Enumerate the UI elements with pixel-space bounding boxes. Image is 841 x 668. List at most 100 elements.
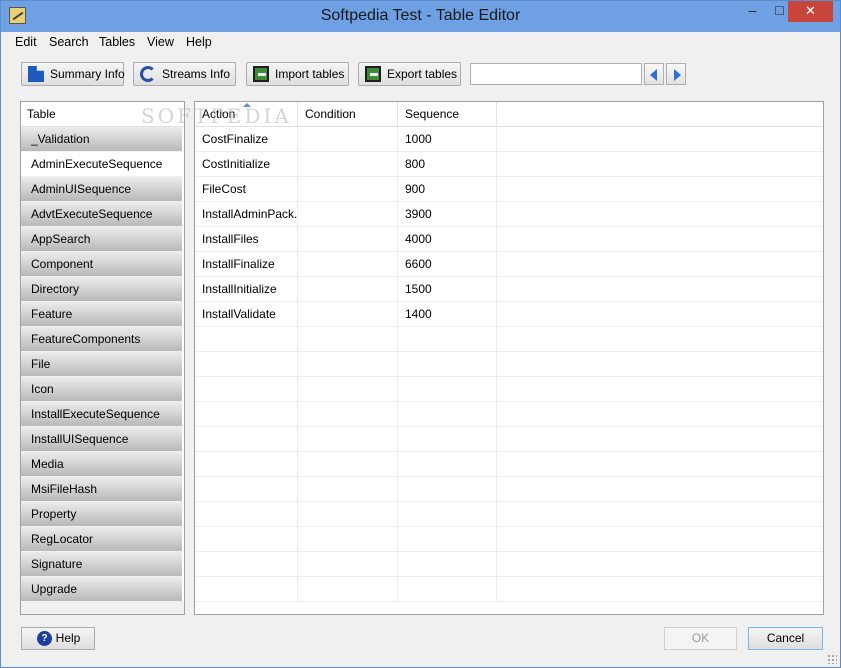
cell-condition[interactable] bbox=[298, 127, 398, 152]
table-row[interactable]: InstallFiles 4000 bbox=[195, 227, 823, 252]
streams-info-button[interactable]: Streams Info bbox=[133, 62, 236, 86]
menu-view[interactable]: View bbox=[147, 35, 174, 49]
cell-sequence[interactable] bbox=[398, 377, 497, 402]
table-list-item[interactable]: InstallExecuteSequence bbox=[21, 402, 184, 427]
menu-help[interactable]: Help bbox=[186, 35, 212, 49]
table-row[interactable] bbox=[195, 477, 823, 502]
table-list-item[interactable]: Directory bbox=[21, 277, 184, 302]
table-row[interactable] bbox=[195, 502, 823, 527]
cell-action[interactable] bbox=[195, 352, 298, 377]
title-bar[interactable]: Softpedia Test - Table Editor ‒ □ ✕ bbox=[1, 1, 840, 32]
cell-sequence[interactable] bbox=[398, 577, 497, 602]
cell-action[interactable] bbox=[195, 452, 298, 477]
cell-sequence[interactable]: 1400 bbox=[398, 302, 497, 327]
cell-condition[interactable] bbox=[298, 527, 398, 552]
cell-condition[interactable] bbox=[298, 177, 398, 202]
table-row[interactable]: InstallAdminPack... 3900 bbox=[195, 202, 823, 227]
table-list-item[interactable]: File bbox=[21, 352, 184, 377]
cell-sequence[interactable] bbox=[398, 402, 497, 427]
cell-sequence[interactable] bbox=[398, 352, 497, 377]
table-row[interactable]: CostFinalize 1000 bbox=[195, 127, 823, 152]
cell-action[interactable] bbox=[195, 552, 298, 577]
table-row[interactable] bbox=[195, 377, 823, 402]
cell-action[interactable]: CostInitialize bbox=[195, 152, 298, 177]
table-row[interactable] bbox=[195, 327, 823, 352]
sequence-grid[interactable]: Action Condition Sequence CostFinalize 10… bbox=[194, 101, 824, 615]
cell-condition[interactable] bbox=[298, 402, 398, 427]
table-row[interactable]: InstallValidate 1400 bbox=[195, 302, 823, 327]
table-row[interactable] bbox=[195, 527, 823, 552]
cell-action[interactable]: CostFinalize bbox=[195, 127, 298, 152]
table-list-item[interactable]: AdvtExecuteSequence bbox=[21, 202, 184, 227]
table-row[interactable]: InstallInitialize 1500 bbox=[195, 277, 823, 302]
import-tables-button[interactable]: Import tables bbox=[246, 62, 349, 86]
cell-condition[interactable] bbox=[298, 202, 398, 227]
table-list-item[interactable]: _Validation bbox=[21, 127, 184, 152]
help-button[interactable]: ? Help bbox=[21, 627, 95, 650]
cell-condition[interactable] bbox=[298, 352, 398, 377]
export-tables-button[interactable]: Export tables bbox=[358, 62, 461, 86]
table-row[interactable]: CostInitialize 800 bbox=[195, 152, 823, 177]
cell-condition[interactable] bbox=[298, 477, 398, 502]
cell-sequence[interactable]: 800 bbox=[398, 152, 497, 177]
close-button[interactable]: ✕ bbox=[788, 1, 833, 22]
menu-edit[interactable]: Edit bbox=[15, 35, 37, 49]
table-list-item[interactable]: AdminExecuteSequence bbox=[21, 152, 184, 177]
cell-condition[interactable] bbox=[298, 377, 398, 402]
cell-condition[interactable] bbox=[298, 552, 398, 577]
cell-condition[interactable] bbox=[298, 227, 398, 252]
cell-sequence[interactable] bbox=[398, 452, 497, 477]
cell-sequence[interactable] bbox=[398, 552, 497, 577]
table-row[interactable] bbox=[195, 402, 823, 427]
column-header-condition[interactable]: Condition bbox=[298, 102, 398, 127]
table-list-item[interactable]: AppSearch bbox=[21, 227, 184, 252]
table-list-item[interactable]: Media bbox=[21, 452, 184, 477]
table-row[interactable]: InstallFinalize 6600 bbox=[195, 252, 823, 277]
table-row[interactable] bbox=[195, 452, 823, 477]
table-list-item[interactable]: FeatureComponents bbox=[21, 327, 184, 352]
table-list-item[interactable]: Component bbox=[21, 252, 184, 277]
previous-arrow-icon[interactable] bbox=[644, 63, 664, 85]
cell-sequence[interactable]: 3900 bbox=[398, 202, 497, 227]
cell-action[interactable] bbox=[195, 377, 298, 402]
cell-sequence[interactable] bbox=[398, 502, 497, 527]
summary-info-button[interactable]: Summary Info bbox=[21, 62, 125, 86]
cancel-button[interactable]: Cancel bbox=[748, 627, 823, 650]
column-header-sequence[interactable]: Sequence bbox=[398, 102, 497, 127]
table-row[interactable] bbox=[195, 552, 823, 577]
cell-condition[interactable] bbox=[298, 577, 398, 602]
cell-sequence[interactable]: 900 bbox=[398, 177, 497, 202]
cell-sequence[interactable] bbox=[398, 327, 497, 352]
table-row[interactable] bbox=[195, 577, 823, 602]
ok-button[interactable]: OK bbox=[664, 627, 737, 650]
cell-condition[interactable] bbox=[298, 427, 398, 452]
cell-action[interactable]: FileCost bbox=[195, 177, 298, 202]
cell-action[interactable] bbox=[195, 577, 298, 602]
table-list-item[interactable]: Feature bbox=[21, 302, 184, 327]
cell-sequence[interactable]: 1000 bbox=[398, 127, 497, 152]
cell-condition[interactable] bbox=[298, 327, 398, 352]
cell-sequence[interactable]: 1500 bbox=[398, 277, 497, 302]
cell-action[interactable] bbox=[195, 327, 298, 352]
table-list-item[interactable]: Upgrade bbox=[21, 577, 184, 602]
cell-condition[interactable] bbox=[298, 452, 398, 477]
cell-action[interactable]: InstallFiles bbox=[195, 227, 298, 252]
cell-condition[interactable] bbox=[298, 252, 398, 277]
cell-action[interactable]: InstallFinalize bbox=[195, 252, 298, 277]
table-list-item[interactable]: AdminUISequence bbox=[21, 177, 184, 202]
table-row[interactable] bbox=[195, 352, 823, 377]
table-list-item[interactable]: MsiFileHash bbox=[21, 477, 184, 502]
cell-condition[interactable] bbox=[298, 152, 398, 177]
cell-action[interactable]: InstallAdminPack... bbox=[195, 202, 298, 227]
table-list-item[interactable]: InstallUISequence bbox=[21, 427, 184, 452]
cell-action[interactable] bbox=[195, 427, 298, 452]
menu-tables[interactable]: Tables bbox=[99, 35, 135, 49]
cell-action[interactable]: InstallValidate bbox=[195, 302, 298, 327]
cell-condition[interactable] bbox=[298, 277, 398, 302]
table-row[interactable] bbox=[195, 427, 823, 452]
cell-action[interactable] bbox=[195, 477, 298, 502]
cell-sequence[interactable] bbox=[398, 527, 497, 552]
next-arrow-icon[interactable] bbox=[666, 63, 686, 85]
search-input[interactable] bbox=[470, 63, 642, 85]
cell-action[interactable]: InstallInitialize bbox=[195, 277, 298, 302]
